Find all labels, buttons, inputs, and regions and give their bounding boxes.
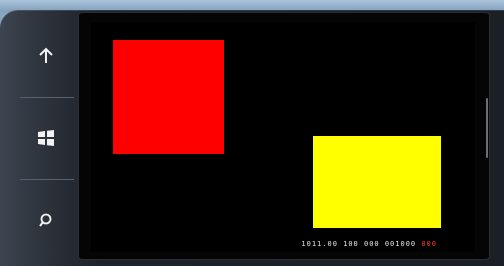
start-button[interactable] (20, 98, 72, 178)
arrow-up-icon (39, 47, 53, 63)
app-screen[interactable]: 1011.00 100 000 001000 000 (91, 22, 475, 252)
scrollbar[interactable] (486, 98, 488, 158)
search-icon (39, 213, 52, 227)
yellow-rectangle (313, 136, 441, 228)
frame-counter-text: 1011.00 100 000 001000 (301, 240, 417, 248)
search-button[interactable] (20, 180, 72, 260)
red-rectangle (113, 40, 224, 154)
frame-counter-last-segment: 000 (421, 240, 437, 248)
hardware-buttons (0, 16, 78, 264)
back-button[interactable] (20, 16, 72, 96)
windows-logo-icon (38, 130, 54, 146)
frame-rate-counter: 1011.00 100 000 001000 000 (301, 240, 437, 248)
